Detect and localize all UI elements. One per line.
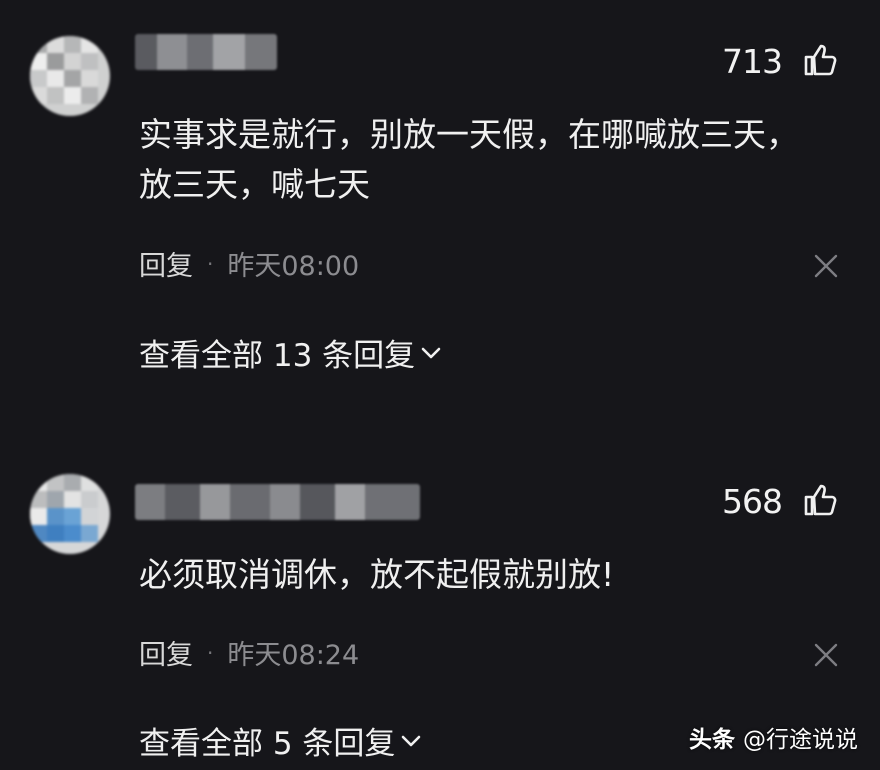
- comment-item: 713 实事求是就行，别放一天假，在哪喊放三天， 放三天，喊七天 回复 · 昨天…: [0, 0, 880, 400]
- reply-button[interactable]: 回复: [139, 244, 193, 283]
- view-all-replies-label: 查看全部 13 条回复: [139, 338, 416, 374]
- reply-button[interactable]: 回复: [139, 633, 193, 672]
- thumbs-up-icon[interactable]: [802, 42, 838, 78]
- thumbs-up-icon[interactable]: [802, 482, 838, 518]
- chevron-down-icon: [421, 347, 441, 358]
- like-count: 713: [722, 42, 783, 81]
- like-count: 568: [722, 482, 783, 521]
- comment-text-line: 放三天，喊七天: [139, 165, 370, 204]
- chevron-down-icon: [402, 735, 421, 746]
- close-icon[interactable]: [813, 253, 839, 279]
- comment-text: 实事求是就行，别放一天假，在哪喊放三天， 放三天，喊七天: [139, 110, 839, 210]
- close-icon[interactable]: [813, 642, 839, 668]
- watermark-brand: 头条: [689, 727, 735, 753]
- watermark-handle: @行途说说: [743, 727, 858, 753]
- comment-text: 必须取消调休，放不起假就别放!: [139, 550, 839, 600]
- watermark: 头条 @行途说说: [689, 720, 858, 754]
- timestamp: 昨天08:00: [227, 251, 360, 282]
- avatar[interactable]: [30, 36, 110, 116]
- comment-item: 568 必须取消调休，放不起假就别放! 回复 · 昨天08:24 查看全部 5 …: [0, 400, 880, 770]
- separator-dot: ·: [207, 251, 214, 276]
- username-blurred[interactable]: [135, 34, 277, 70]
- comment-meta: 回复 · 昨天08:24: [139, 633, 359, 672]
- username-blurred[interactable]: [135, 484, 420, 520]
- view-all-replies-label: 查看全部 5 条回复: [139, 726, 396, 762]
- avatar[interactable]: [30, 474, 110, 554]
- comment-text-line: 实事求是就行，别放一天假，在哪喊放三天，: [139, 115, 799, 154]
- comment-meta: 回复 · 昨天08:00: [139, 244, 359, 283]
- separator-dot: ·: [207, 640, 214, 665]
- comment-text-line: 必须取消调休，放不起假就别放!: [139, 555, 615, 594]
- timestamp: 昨天08:24: [227, 640, 360, 671]
- view-all-replies-button[interactable]: 查看全部 5 条回复: [139, 718, 423, 763]
- view-all-replies-button[interactable]: 查看全部 13 条回复: [139, 330, 443, 375]
